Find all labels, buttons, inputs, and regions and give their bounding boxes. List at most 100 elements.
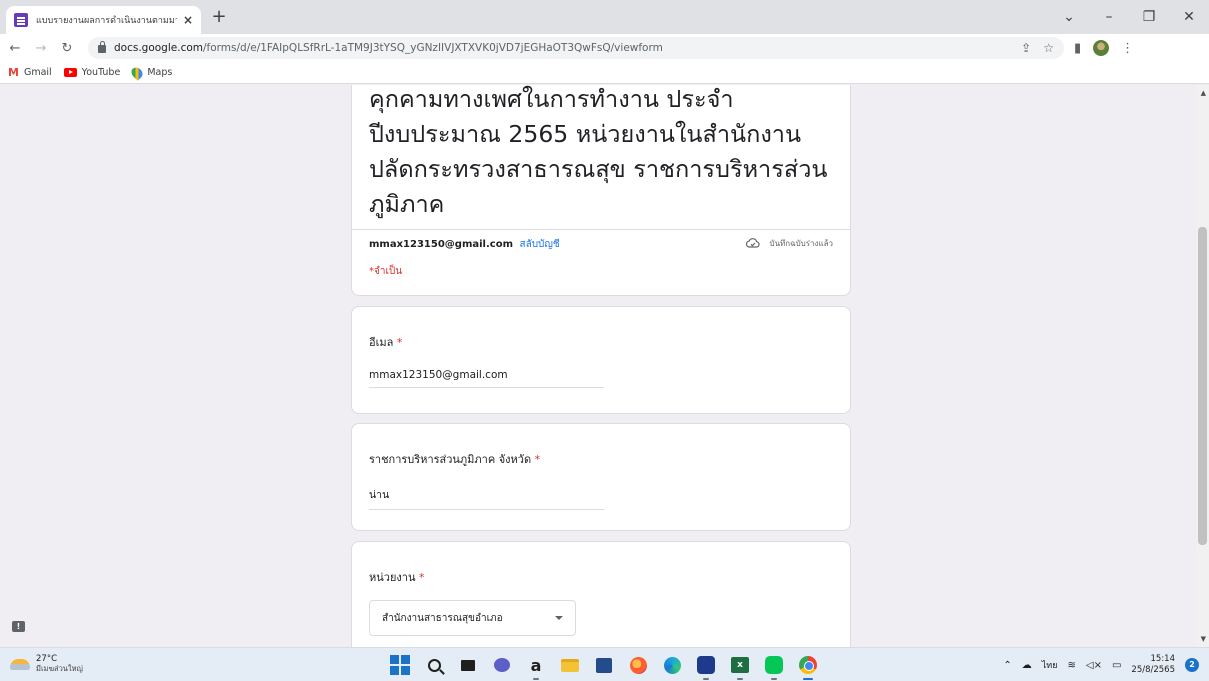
weather-widget[interactable]: 27°C มีเมฆส่วนใหญ่ (10, 654, 83, 674)
form-title: คุกคามทางเพศในการทำงาน ประจำ ปีงบประมาณ … (369, 85, 839, 222)
close-tab-icon[interactable]: × (183, 13, 193, 27)
page-viewport: คุกคามทางเพศในการทำงาน ประจำ ปีงบประมาณ … (0, 85, 1209, 647)
bookmark-gmail[interactable]: M Gmail (8, 66, 52, 79)
close-window-button[interactable]: ✕ (1169, 9, 1209, 25)
form-title-line: ปีงบประมาณ 2565 หน่วยงานในสำนักงาน (369, 120, 802, 148)
required-asterisk: * (534, 453, 541, 466)
taskbar-chrome-button[interactable] (796, 653, 820, 680)
taskbar-widgets-button[interactable] (456, 653, 480, 677)
bookmark-maps[interactable]: Maps (129, 64, 173, 81)
google-forms-icon (14, 13, 28, 27)
tab-title: แบบรายงานผลการดำเนินงานตามมาตร (36, 16, 177, 26)
reload-icon[interactable]: ↻ (56, 41, 78, 56)
taskbar-amazon-button[interactable]: a (524, 653, 548, 680)
windows-logo-icon (390, 655, 410, 675)
question-label-text: หน่วยงาน (369, 571, 416, 584)
edge-icon (663, 656, 681, 674)
form-header-card: คุกคามทางเพศในการทำงาน ประจำ ปีงบประมาณ … (351, 85, 851, 296)
question-label-text: ราชการบริหารส่วนภูมิภาค จังหวัด (369, 453, 532, 466)
new-tab-button[interactable]: + (207, 5, 231, 29)
clock[interactable]: 15:14 25/8/2565 (1131, 654, 1175, 676)
cloud-saved-icon (746, 238, 761, 248)
maps-icon (129, 64, 146, 81)
weather-description: มีเมฆส่วนใหญ่ (36, 664, 83, 673)
running-indicator (703, 678, 709, 680)
taskbar-zoom-button[interactable] (694, 653, 718, 680)
form-title-line: ปลัดกระทรวงสาธารณสุข ราชการบริหารส่วน (369, 155, 828, 183)
taskbar-excel-button[interactable]: x (728, 653, 752, 680)
scroll-up-arrow-icon[interactable]: ▲ (1201, 89, 1206, 97)
scrollbar-thumb[interactable] (1198, 227, 1207, 545)
wifi-icon[interactable]: ≋ (1067, 660, 1075, 671)
scroll-down-arrow-icon[interactable]: ▼ (1201, 635, 1206, 643)
clock-time: 15:14 (1150, 654, 1176, 664)
battery-icon[interactable]: ▭ (1112, 660, 1121, 671)
agency-dropdown[interactable]: สำนักงานสาธารณสุขอำเภอ (369, 600, 576, 636)
forward-icon[interactable]: → (30, 41, 52, 56)
report-feedback-icon[interactable]: ! (12, 621, 25, 632)
question-label-text: อีเมล (369, 336, 394, 349)
taskbar-store-button[interactable] (592, 653, 616, 677)
side-panel-icon[interactable]: ▮ (1074, 41, 1081, 56)
running-indicator (533, 678, 539, 680)
running-indicator (771, 678, 777, 680)
input-language-indicator[interactable]: ไทย (1042, 658, 1058, 672)
taskbar-search-button[interactable] (422, 653, 446, 677)
zoom-icon (697, 656, 715, 674)
tab-search-icon[interactable]: ⌄ (1049, 9, 1089, 25)
address-bar[interactable]: docs.google.com/forms/d/e/1FAIpQLSfRrL-1… (88, 37, 1064, 59)
required-asterisk: * (418, 571, 425, 584)
switch-account-link[interactable]: สลับบัญชี (519, 239, 559, 250)
window-controls: ⌄ – ❐ ✕ (1049, 0, 1209, 34)
chrome-menu-icon[interactable]: ⋮ (1121, 41, 1134, 56)
clock-date: 25/8/2565 (1131, 665, 1175, 675)
saved-status-text: บันทึกฉบับร่างแล้ว (769, 238, 833, 248)
youtube-icon (63, 68, 77, 77)
email-input[interactable]: mmax123150@gmail.com (369, 369, 604, 388)
widgets-icon (461, 659, 475, 671)
bookmark-label: Gmail (23, 67, 52, 78)
dropdown-selected-value: สำนักงานสาธารณสุขอำเภอ (382, 612, 503, 624)
taskbar-explorer-button[interactable] (558, 653, 582, 677)
taskbar-edge-button[interactable] (660, 653, 684, 677)
taskbar-chat-button[interactable] (490, 653, 514, 677)
vertical-scrollbar[interactable]: ▲ ▼ (1196, 85, 1209, 647)
restore-button[interactable]: ❐ (1129, 9, 1169, 25)
notification-badge[interactable]: 2 (1185, 658, 1199, 672)
bookmark-star-icon[interactable]: ☆ (1043, 41, 1054, 55)
bookmark-label: Maps (147, 67, 173, 78)
share-icon[interactable]: ⇪ (1021, 41, 1031, 55)
profile-avatar[interactable] (1093, 40, 1110, 56)
browser-tab-active[interactable]: แบบรายงานผลการดำเนินงานตามมาตร × (6, 6, 201, 34)
excel-icon: x (731, 657, 749, 673)
onedrive-cloud-icon[interactable]: ☁ (1022, 660, 1032, 671)
system-tray: ⌃ ☁ ไทย ≋ ◁× ▭ 15:14 25/8/2565 2 (1003, 654, 1199, 676)
required-note: *จำเป็น (369, 266, 403, 277)
store-icon (596, 657, 612, 673)
lock-icon[interactable] (98, 41, 106, 53)
bookmark-youtube[interactable]: YouTube (63, 67, 120, 78)
province-input[interactable]: น่าน (369, 486, 604, 510)
required-asterisk: * (396, 336, 403, 349)
taskbar: 27°C มีเมฆส่วนใหญ่ a x ⌃ ☁ ไทย ≋ ◁× ▭ 15… (0, 647, 1209, 681)
taskbar-line-button[interactable] (762, 653, 786, 680)
form-title-line: ภูมิภาค (369, 190, 445, 218)
taskbar-firefox-button[interactable] (626, 653, 650, 677)
back-icon[interactable]: ← (4, 41, 26, 56)
question-card-email: อีเมล * mmax123150@gmail.com (351, 306, 851, 414)
volume-muted-icon[interactable]: ◁× (1086, 660, 1102, 671)
divider (352, 229, 850, 230)
show-hidden-icons-chevron-icon[interactable]: ⌃ (1003, 660, 1011, 671)
taskbar-apps: a x (388, 653, 820, 680)
tab-strip: แบบรายงานผลการดำเนินงานตามมาตร × + ⌄ – ❐… (0, 0, 1209, 34)
gmail-icon: M (8, 66, 19, 79)
minimize-button[interactable]: – (1089, 9, 1129, 25)
question-card-province: ราชการบริหารส่วนภูมิภาค จังหวัด * น่าน (351, 423, 851, 531)
account-email: mmax123150@gmail.com (369, 239, 513, 250)
form-title-line: คุกคามทางเพศในการทำงาน ประจำ (369, 85, 734, 113)
partly-cloudy-icon (10, 658, 30, 670)
line-app-icon (765, 656, 783, 674)
start-button[interactable] (388, 653, 412, 677)
draft-saved-status: บันทึกฉบับร่างแล้ว (745, 235, 833, 251)
running-indicator (737, 678, 743, 680)
